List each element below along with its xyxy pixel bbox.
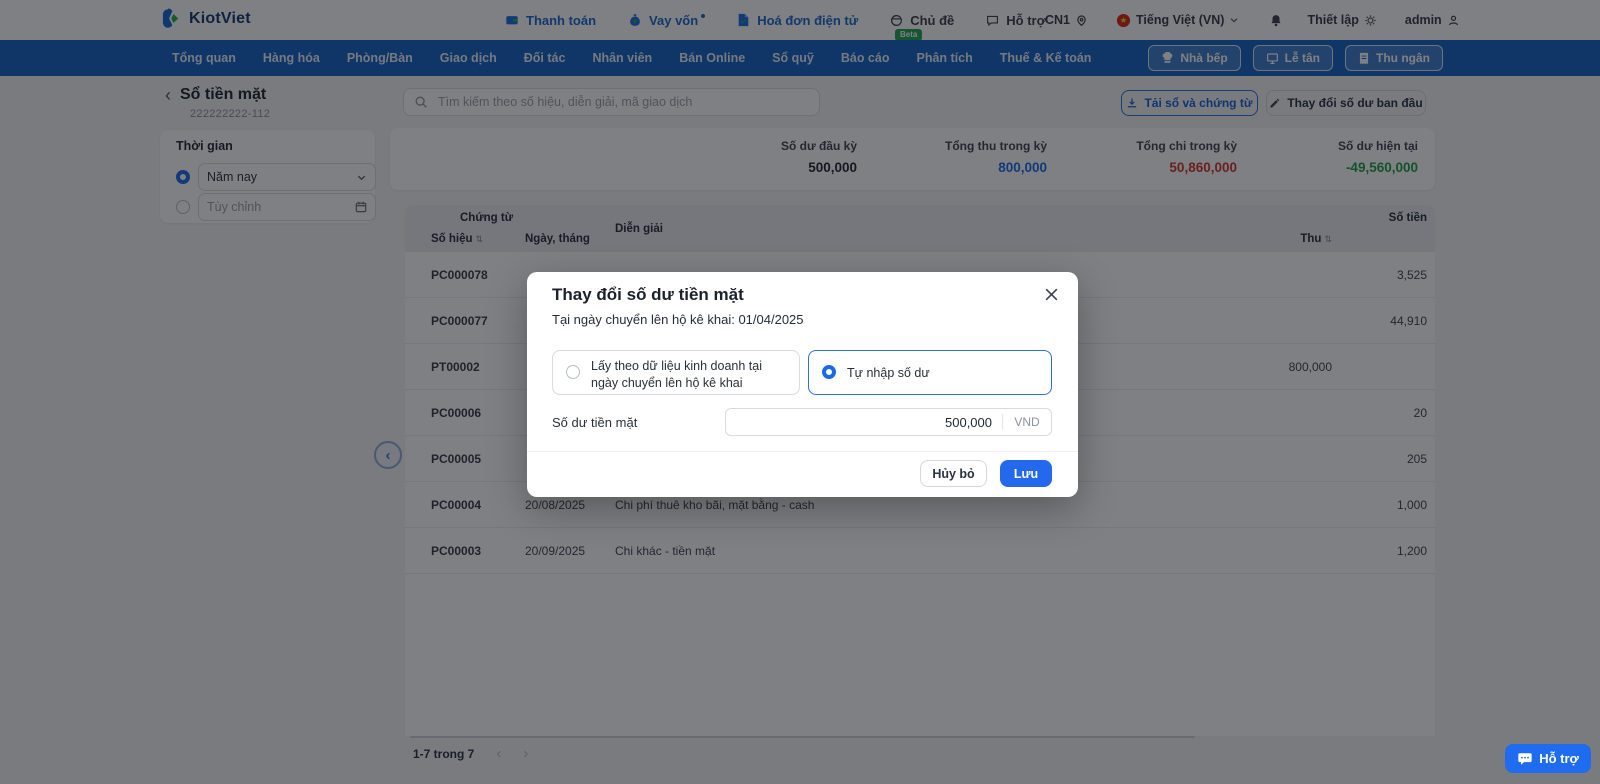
chat-bubble-icon — [1517, 751, 1533, 767]
option-manual-radio[interactable] — [822, 365, 836, 379]
close-icon[interactable] — [1044, 287, 1059, 302]
option-business-radio[interactable] — [566, 365, 580, 379]
cash-balance-input[interactable] — [726, 413, 1002, 431]
option-business-data[interactable]: Lấy theo dữ liệu kinh doanh tại ngày chu… — [552, 350, 800, 395]
support-button[interactable]: Hỗ trợ — [1505, 744, 1591, 773]
cash-balance-label: Số dư tiền mặt — [552, 415, 638, 430]
modal-title: Thay đổi số dư tiền mặt — [552, 285, 744, 304]
app-root: KiotViet Thanh toán Vay vốn Hoá đơ — [0, 0, 1600, 784]
option-manual-entry[interactable]: Tự nhập số dư — [808, 350, 1052, 395]
modal-subtitle: Tại ngày chuyển lên hộ kê khai: 01/04/20… — [552, 312, 804, 327]
cash-balance-field: VND — [725, 408, 1052, 436]
change-balance-modal: Thay đổi số dư tiền mặt Tại ngày chuyển … — [527, 272, 1078, 497]
modal-footer-divider — [527, 451, 1078, 452]
save-button[interactable]: Lưu — [1000, 460, 1052, 487]
currency-unit: VND — [1014, 415, 1040, 429]
cancel-button[interactable]: Hủy bỏ — [920, 460, 987, 487]
